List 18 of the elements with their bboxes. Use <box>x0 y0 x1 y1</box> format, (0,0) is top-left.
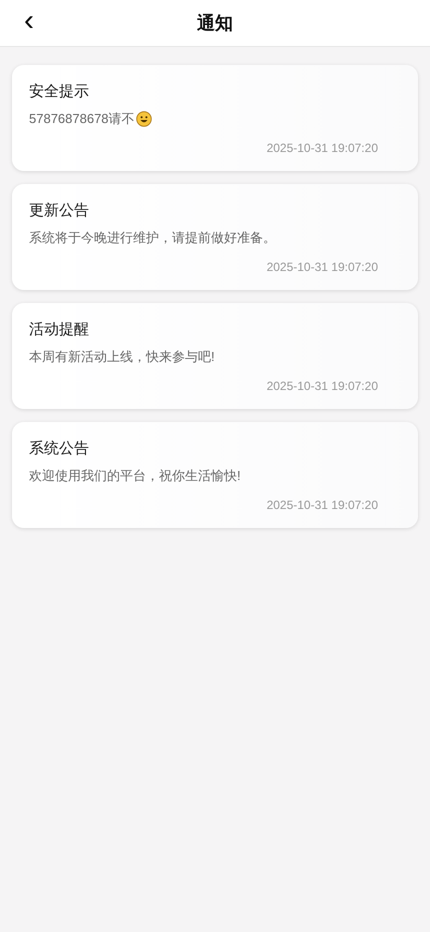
notification-title: 更新公告 <box>29 201 90 220</box>
notification-message: 系统将于今晚进行维护，请提前做好准备。 <box>29 229 276 247</box>
notification-message: 欢迎使用我们的平台，祝你生活愉快! <box>29 467 241 485</box>
notification-time: 2025-10-31 19:07:20 <box>266 260 378 274</box>
notification-card[interactable]: 系统公告 欢迎使用我们的平台，祝你生活愉快! 2025-10-31 19:07:20 <box>12 422 418 528</box>
notification-card[interactable]: 活动提醒 本周有新活动上线，快来参与吧! 2025-10-31 19:07:20 <box>12 303 418 409</box>
notification-time: 2025-10-31 19:07:20 <box>266 498 378 512</box>
notification-time: 2025-10-31 19:07:20 <box>266 141 378 155</box>
notification-title: 系统公告 <box>29 439 90 458</box>
page-title: 通知 <box>196 12 234 35</box>
notification-card[interactable]: 安全提示 57876878678请不 2025-10-31 19:07:20 <box>12 65 418 171</box>
notification-time: 2025-10-31 19:07:20 <box>266 379 378 393</box>
notification-message: 本周有新活动上线，快来参与吧! <box>29 348 215 366</box>
notification-title: 活动提醒 <box>29 320 90 339</box>
back-button[interactable]: ‹ <box>24 6 34 40</box>
notification-message: 57876878678请不 <box>29 110 135 128</box>
notification-title: 安全提示 <box>29 82 90 101</box>
notification-card[interactable]: 更新公告 系统将于今晚进行维护，请提前做好准备。 2025-10-31 19:07:20 <box>12 184 418 290</box>
